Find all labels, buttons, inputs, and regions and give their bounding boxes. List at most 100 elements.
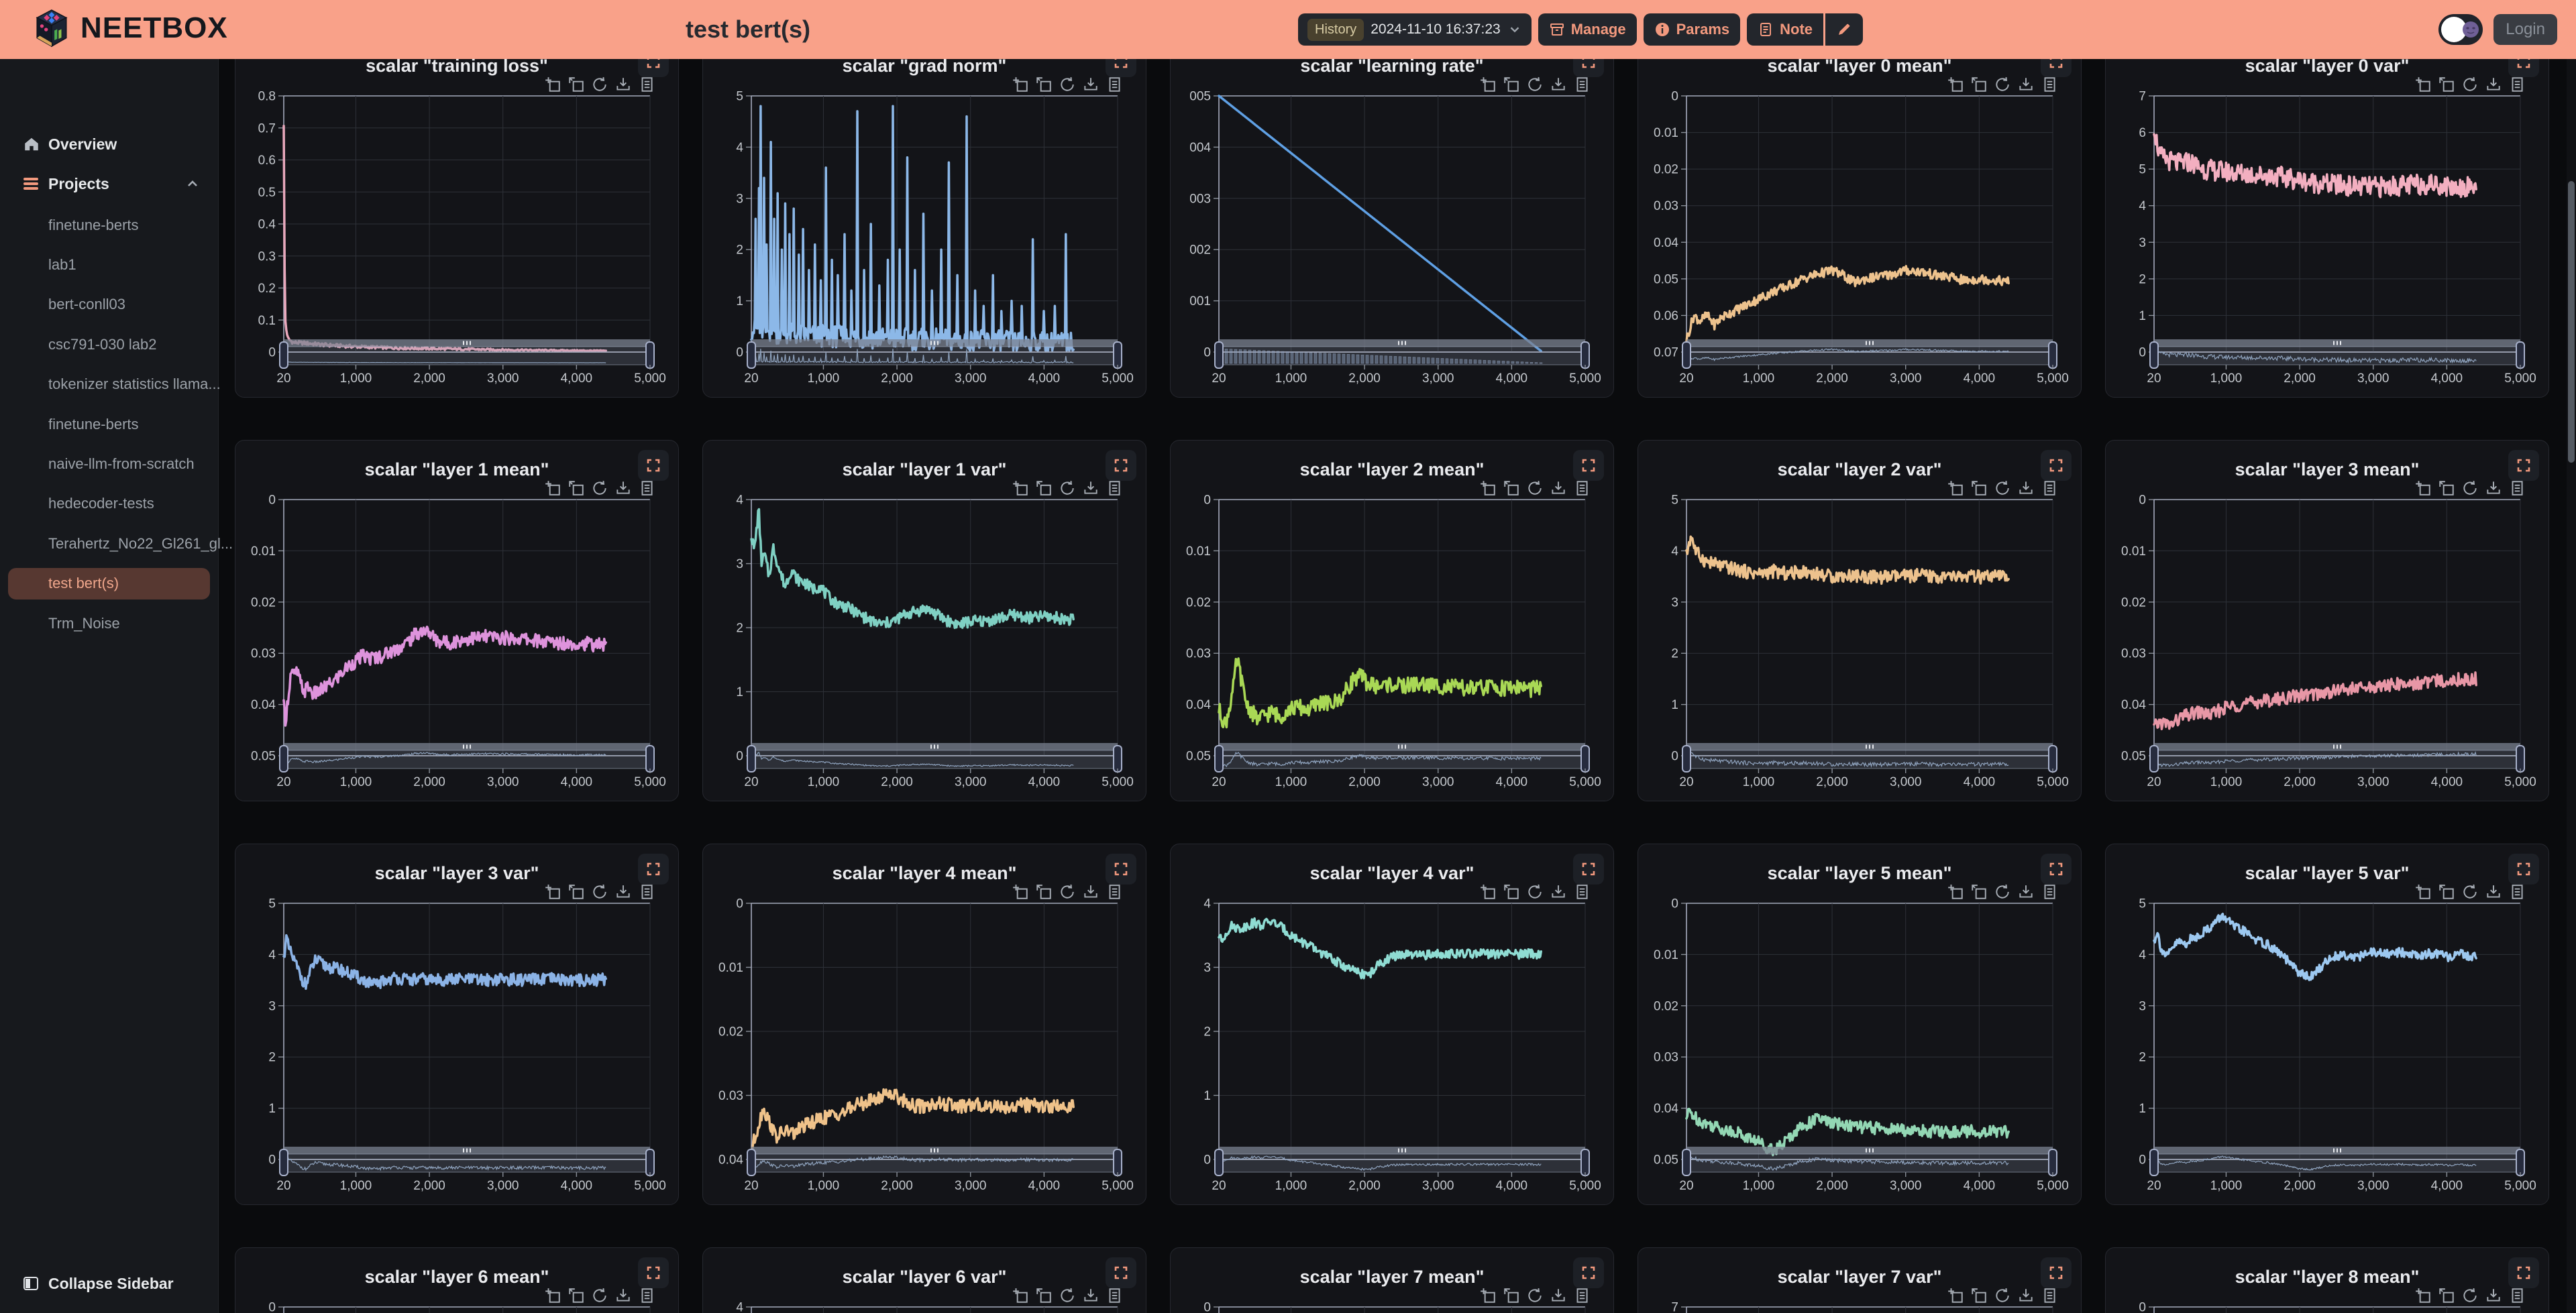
collapse-sidebar-button[interactable]: Collapse Sidebar — [0, 1270, 218, 1297]
sidebar-project-item[interactable]: tokenizer statistics llama... — [0, 365, 218, 404]
datazoom-handle[interactable] — [747, 1149, 755, 1176]
sidebar-project-item[interactable]: lab1 — [0, 245, 218, 284]
sidebar-project-item[interactable]: naive-llm-from-scratch — [0, 444, 218, 483]
sidebar-project-item[interactable]: finetune-berts — [0, 205, 218, 245]
chart-plot[interactable]: 00.010.020.030.040.05201,0002,0003,0004,… — [1171, 441, 1615, 802]
params-button[interactable]: Params — [1644, 13, 1741, 46]
datazoom-slider[interactable] — [280, 1147, 654, 1176]
chart-plot[interactable]: 76543210201,0002,0003,0004,0005,000 — [1638, 1248, 2082, 1313]
chart-plot[interactable]: 543210201,0002,0003,0004,0005,000 — [235, 844, 680, 1206]
chart-plot[interactable]: 00.010.020.030.040.05201,0002,0003,0004,… — [2106, 441, 2550, 802]
datazoom-slider[interactable] — [2150, 743, 2524, 772]
datazoom-slider[interactable] — [747, 1147, 1122, 1176]
datazoom-handle[interactable] — [2150, 342, 2158, 368]
chart-plot[interactable]: 543210201,0002,0003,0004,0005,000 — [703, 59, 1147, 398]
x-axis-tick-label: 4,000 — [561, 775, 593, 789]
datazoom-slider[interactable] — [2150, 339, 2524, 368]
datazoom-handle[interactable] — [1682, 746, 1690, 772]
datazoom-handle[interactable] — [1215, 746, 1223, 772]
datazoom-handle[interactable] — [2150, 746, 2158, 772]
datazoom-slider[interactable] — [280, 339, 654, 368]
datazoom-handle[interactable] — [280, 1149, 288, 1176]
datazoom-handle[interactable] — [280, 342, 288, 368]
note-button[interactable]: Note — [1747, 13, 1823, 46]
datazoom-slider[interactable] — [1682, 1147, 2057, 1176]
datazoom-slider[interactable] — [280, 743, 654, 772]
chart-plot[interactable]: 0050040030020010201,0002,0003,0004,0005,… — [1171, 59, 1615, 398]
chart-plot[interactable]: 00.010.020.030.04201,0002,0003,0004,0005… — [703, 844, 1147, 1206]
sidebar-project-item[interactable]: Trm_Noise — [0, 604, 218, 643]
datazoom-handle[interactable] — [1215, 342, 1223, 368]
x-axis-tick-label: 20 — [2147, 775, 2161, 789]
y-axis-tick-label: 0 — [1671, 750, 1678, 764]
datazoom-handle[interactable] — [280, 746, 288, 772]
sidebar-project-item-selected[interactable]: test bert(s) — [0, 564, 218, 604]
datazoom-handle[interactable] — [2516, 1149, 2524, 1176]
chart-card: scalar "layer 6 var"43210201,0002,0003,0… — [702, 1247, 1146, 1313]
sidebar-project-item[interactable]: Terahertz_No22_Gl261_gl... — [0, 524, 218, 563]
datazoom-handle[interactable] — [1682, 342, 1690, 368]
datazoom-handle[interactable] — [747, 342, 755, 368]
page-scrollbar-thumb[interactable] — [2568, 181, 2575, 463]
chart-plot[interactable]: 43210201,0002,0003,0004,0005,000 — [703, 441, 1147, 802]
datazoom-handle[interactable] — [1581, 746, 1589, 772]
datazoom-handle[interactable] — [646, 342, 654, 368]
datazoom-slider[interactable] — [747, 339, 1122, 368]
chart-plot[interactable]: 76543210201,0002,0003,0004,0005,000 — [2106, 59, 2550, 398]
datazoom-handle[interactable] — [2516, 342, 2524, 368]
chart-plot[interactable]: 00.010.020.030.040.050.060.07201,0002,00… — [1638, 59, 2082, 398]
chevron-up-icon[interactable] — [184, 176, 201, 192]
datazoom-handle[interactable] — [1581, 342, 1589, 368]
edit-note-button[interactable] — [1825, 13, 1863, 46]
datazoom-handle[interactable] — [1215, 1149, 1223, 1176]
datazoom-handle[interactable] — [1682, 1149, 1690, 1176]
chart-plot[interactable]: 00.010.020.030.04201,0002,0003,0004,0005… — [1171, 1248, 1615, 1313]
chart-plot[interactable]: 0.80.70.60.50.40.30.20.10201,0002,0003,0… — [235, 59, 680, 398]
y-axis-tick-label: 0.04 — [251, 698, 276, 712]
sidebar-project-item[interactable]: bert-conll03 — [0, 285, 218, 325]
sidebar-project-item[interactable]: csc791-030 lab2 — [0, 325, 218, 364]
datazoom-slider[interactable] — [1682, 743, 2057, 772]
datazoom-slider[interactable] — [2150, 1147, 2524, 1176]
datazoom-handle[interactable] — [2049, 1149, 2057, 1176]
x-axis-tick-label: 4,000 — [2431, 1179, 2463, 1193]
chart-plot[interactable]: 543210201,0002,0003,0004,0005,000 — [1638, 441, 2082, 802]
brand-name: NEETBOX — [80, 11, 228, 45]
chart-plot[interactable]: 00.010.020.030.04201,0002,0003,0004,0005… — [235, 1248, 680, 1313]
login-button[interactable]: Login — [2493, 14, 2557, 45]
datazoom-handle[interactable] — [747, 746, 755, 772]
x-axis-tick-label: 3,000 — [487, 372, 519, 386]
sidebar-project-item[interactable]: finetune-berts — [0, 404, 218, 444]
datazoom-slider[interactable] — [1215, 339, 1589, 368]
datazoom-handle[interactable] — [2049, 342, 2057, 368]
chart-plot[interactable]: 543210201,0002,0003,0004,0005,000 — [2106, 844, 2550, 1206]
datazoom-slider[interactable] — [1215, 743, 1589, 772]
sidebar-item-projects[interactable]: Projects — [0, 168, 218, 200]
page-scrollbar[interactable] — [2567, 59, 2576, 1313]
datazoom-handle[interactable] — [2516, 746, 2524, 772]
datazoom-handle[interactable] — [646, 1149, 654, 1176]
chart-plot[interactable]: 43210201,0002,0003,0004,0005,000 — [1171, 844, 1615, 1206]
sidebar-project-item[interactable]: hedecoder-tests — [0, 484, 218, 524]
datazoom-handle[interactable] — [1114, 1149, 1122, 1176]
theme-toggle[interactable] — [2438, 14, 2483, 45]
datazoom-slider[interactable] — [747, 743, 1122, 772]
y-axis-tick-label: 1 — [1671, 698, 1678, 712]
datazoom-handle[interactable] — [646, 746, 654, 772]
x-axis-tick-label: 2,000 — [1816, 372, 1848, 386]
datazoom-slider[interactable] — [1215, 1147, 1589, 1176]
datazoom-handle[interactable] — [2150, 1149, 2158, 1176]
chart-plot[interactable]: 00.010.020.030.040.05201,0002,0003,0004,… — [235, 441, 680, 802]
sidebar-item-overview[interactable]: Overview — [0, 128, 218, 160]
datazoom-handle[interactable] — [2049, 746, 2057, 772]
datazoom-slider[interactable] — [1682, 339, 2057, 368]
history-dropdown[interactable]: History 2024-11-10 16:37:23 — [1298, 13, 1532, 46]
datazoom-handle[interactable] — [1114, 342, 1122, 368]
chart-plot[interactable]: 00.010.020.030.040.05201,0002,0003,0004,… — [1638, 844, 2082, 1206]
x-axis-tick-label: 3,000 — [487, 1179, 519, 1193]
datazoom-handle[interactable] — [1114, 746, 1122, 772]
datazoom-handle[interactable] — [1581, 1149, 1589, 1176]
chart-plot[interactable]: 43210201,0002,0003,0004,0005,000 — [703, 1248, 1147, 1313]
chart-plot[interactable]: 00.010.020.030.040.05201,0002,0003,0004,… — [2106, 1248, 2550, 1313]
manage-button[interactable]: Manage — [1538, 13, 1637, 46]
